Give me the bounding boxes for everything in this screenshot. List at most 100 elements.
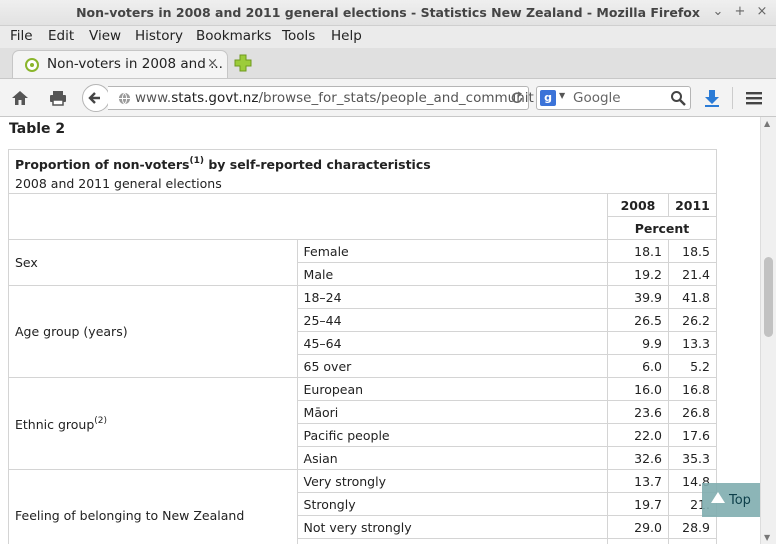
page-content: Table 2 Proportion of non-voters(1) by s…: [0, 117, 760, 544]
url-path: /browse_for_stats/people_and_communit: [258, 90, 534, 106]
value-2011: 21.4: [667, 262, 718, 286]
row-label: European: [296, 377, 609, 401]
group-label: Sex: [8, 239, 298, 286]
header-2011: 2011: [667, 193, 718, 217]
print-icon[interactable]: [48, 88, 68, 108]
header-2008: 2008: [607, 193, 669, 217]
value-2011: 45.5: [667, 538, 718, 544]
group-label: Age group (years): [8, 285, 298, 378]
site-favicon-icon: [25, 58, 39, 72]
value-2011: 18.5: [667, 239, 718, 263]
url-bar[interactable]: www.stats.govt.nz/browse_for_stats/peopl…: [108, 86, 534, 110]
value-2008: 39.9: [607, 285, 669, 309]
tab-close-icon[interactable]: ×: [207, 56, 218, 71]
table-heading: Table 2: [9, 121, 66, 137]
new-tab-plus-icon[interactable]: [234, 54, 252, 72]
row-label: 65 over: [296, 354, 609, 378]
table-title: Proportion of non-voters(1) by self-repo…: [8, 149, 717, 176]
download-icon[interactable]: [702, 88, 722, 108]
minimize-button[interactable]: ⌄: [709, 3, 727, 21]
back-button[interactable]: [82, 84, 110, 112]
menu-tools[interactable]: Tools: [282, 28, 315, 44]
search-placeholder: Google: [573, 90, 621, 106]
group-label: Ethnic group(2): [8, 377, 298, 470]
group-footnote: (2): [94, 415, 108, 426]
scroll-up-icon[interactable]: ▲: [764, 119, 770, 128]
header-unit: Percent: [607, 216, 717, 240]
value-2008: 19.7: [607, 492, 669, 516]
table-subtitle: 2008 and 2011 general elections: [8, 175, 717, 194]
row-label: Māori: [296, 400, 609, 424]
back-to-top-button[interactable]: Top: [702, 483, 760, 517]
row-label: 25–44: [296, 308, 609, 332]
scroll-down-icon[interactable]: ▼: [764, 533, 770, 542]
value-2008: 9.9: [607, 331, 669, 355]
url-text[interactable]: www.stats.govt.nz/browse_for_stats/peopl…: [135, 90, 534, 106]
table-title-text: Proportion of non-voters: [15, 156, 190, 172]
navigation-bar: www.stats.govt.nz/browse_for_stats/peopl…: [0, 78, 776, 117]
table-body: Sex Female 18.1 18.5 Male 19.2 21.4 Age group (…: [8, 239, 718, 544]
row-label: 45–64: [296, 331, 609, 355]
table-caption-row: Proportion of non-voters(1) by self-repo…: [8, 149, 717, 176]
reload-icon[interactable]: [510, 91, 524, 105]
row-label: Pacific people: [296, 423, 609, 447]
row-label: Asian: [296, 446, 609, 470]
value-2011: 28.9: [667, 515, 718, 539]
value-2008: 29.0: [607, 515, 669, 539]
tab-strip: Non-voters in 2008 and ... ×: [0, 48, 776, 78]
up-triangle-icon: [711, 492, 725, 503]
menu-history[interactable]: History: [135, 28, 183, 44]
group-name: Feeling of belonging to New Zealand: [15, 508, 245, 523]
top-button-label: Top: [729, 493, 751, 508]
value-2008: 47.3: [607, 538, 669, 544]
table-title-rest: by self-reported characteristics: [203, 156, 431, 172]
row-label: Do not feel they belong to New Zealand: [296, 538, 609, 544]
value-2008: 22.0: [607, 423, 669, 447]
search-icon[interactable]: [670, 90, 686, 106]
maximize-button[interactable]: +: [731, 3, 749, 21]
menu-help[interactable]: Help: [331, 28, 362, 44]
row-label: 18–24: [296, 285, 609, 309]
search-box[interactable]: g ▼ Google: [536, 86, 691, 110]
table-subtitle-row: 2008 and 2011 general elections: [8, 175, 717, 194]
tab-active[interactable]: Non-voters in 2008 and ... ×: [12, 50, 228, 78]
toolbar-divider: [732, 87, 733, 109]
menu-bookmarks[interactable]: Bookmarks: [196, 28, 271, 44]
home-icon[interactable]: [10, 88, 30, 108]
value-2011: 41.8: [667, 285, 718, 309]
value-2008: 13.7: [607, 469, 669, 493]
value-2011: 35.3: [667, 446, 718, 470]
google-engine-icon[interactable]: g: [540, 90, 556, 106]
table-row: Age group (years) 18–24 39.9 41.8: [8, 285, 718, 378]
row-label: Male: [296, 262, 609, 286]
scrollbar-thumb[interactable]: [764, 257, 773, 337]
close-window-button[interactable]: ×: [753, 3, 771, 21]
table-row: Sex Female 18.1 18.5: [8, 239, 718, 286]
row-label: Not very strongly: [296, 515, 609, 539]
engine-dropdown-icon[interactable]: ▼: [559, 91, 565, 100]
value-2011: 13.3: [667, 331, 718, 355]
value-2011: 5.2: [667, 354, 718, 378]
value-2011: 26.2: [667, 308, 718, 332]
value-2011: 17.6: [667, 423, 718, 447]
group-name: Ethnic group: [15, 416, 95, 432]
value-2008: 32.6: [607, 446, 669, 470]
vertical-scrollbar[interactable]: ▲ ▼: [760, 117, 776, 544]
hamburger-menu-icon[interactable]: [744, 88, 764, 108]
value-2011: 26.8: [667, 400, 718, 424]
value-2008: 19.2: [607, 262, 669, 286]
value-2008: 6.0: [607, 354, 669, 378]
menu-view[interactable]: View: [89, 28, 121, 44]
menu-file[interactable]: File: [10, 28, 33, 44]
row-label: Female: [296, 239, 609, 263]
value-2008: 16.0: [607, 377, 669, 401]
table-row: Feeling of belonging to New Zealand Very …: [8, 469, 718, 544]
window-title: Non-voters in 2008 and 2011 general elec…: [76, 5, 700, 20]
header-blank: [7, 193, 609, 240]
group-name: Sex: [15, 255, 38, 270]
globe-icon: [118, 92, 131, 105]
value-2011: 16.8: [667, 377, 718, 401]
window-titlebar: Non-voters in 2008 and 2011 general elec…: [0, 0, 776, 26]
menu-edit[interactable]: Edit: [48, 28, 74, 44]
table-title-footnote: (1): [189, 155, 204, 166]
